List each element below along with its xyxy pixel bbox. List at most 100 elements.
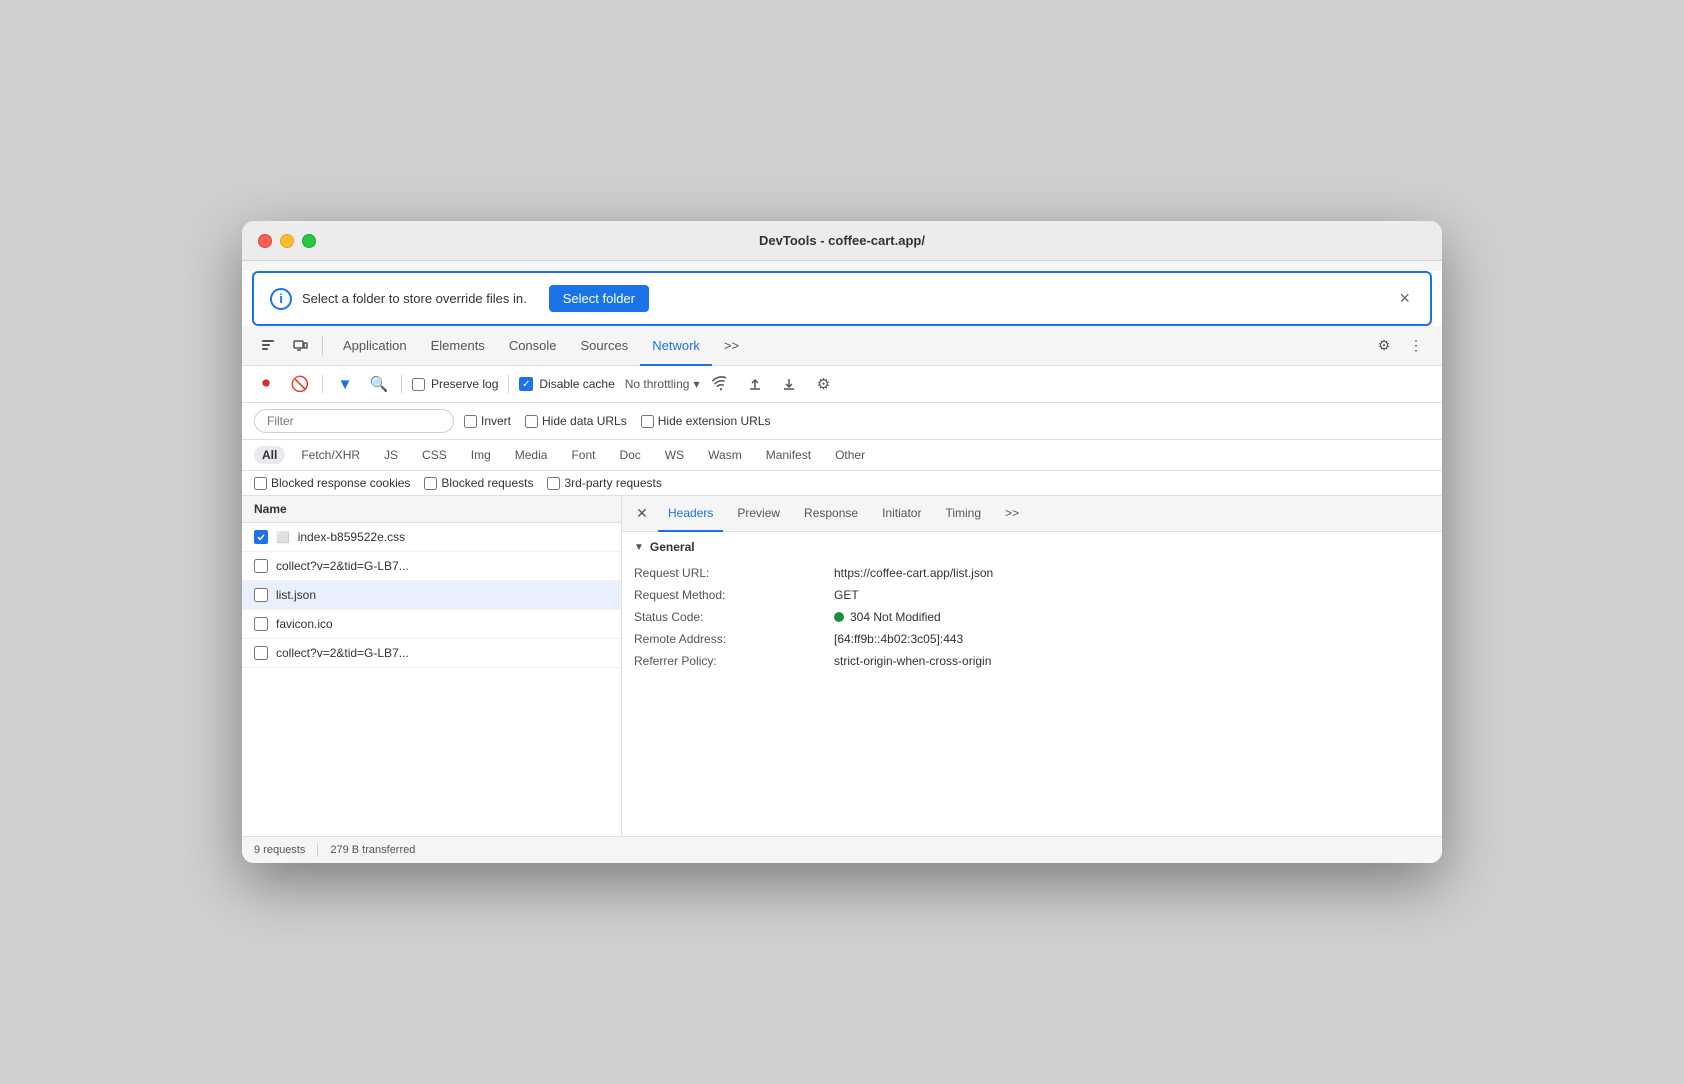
type-manifest-button[interactable]: Manifest: [758, 446, 819, 464]
third-party-checkbox[interactable]: [547, 477, 560, 490]
select-folder-button[interactable]: Select folder: [549, 285, 649, 312]
type-media-button[interactable]: Media: [507, 446, 556, 464]
list-item[interactable]: collect?v=2&tid=G-LB7...: [242, 552, 621, 581]
file-checkbox[interactable]: [254, 646, 268, 660]
blocked-cookies-checkbox[interactable]: [254, 477, 267, 490]
window-title: DevTools - coffee-cart.app/: [759, 233, 925, 248]
file-name: favicon.ico: [276, 617, 333, 631]
download-icon[interactable]: [777, 372, 801, 396]
disable-cache-checkbox-group[interactable]: ✓ Disable cache: [519, 377, 614, 391]
cursor-icon[interactable]: [254, 332, 282, 360]
banner-close-button[interactable]: ×: [1395, 288, 1414, 309]
list-item[interactable]: favicon.ico: [242, 610, 621, 639]
detail-tab-timing[interactable]: Timing: [935, 497, 991, 532]
upload-icon[interactable]: [743, 372, 767, 396]
filter-icon[interactable]: ▼: [333, 372, 357, 396]
type-ws-button[interactable]: WS: [657, 446, 692, 464]
network-settings-icon[interactable]: ⚙: [811, 372, 835, 396]
list-item[interactable]: collect?v=2&tid=G-LB7...: [242, 639, 621, 668]
detail-value: strict-origin-when-cross-origin: [834, 654, 1430, 668]
hide-data-urls-checkbox[interactable]: [525, 415, 538, 428]
tab-elements[interactable]: Elements: [419, 326, 497, 366]
nb-separator-3: [508, 375, 509, 393]
toolbar-separator-1: [322, 336, 323, 356]
type-font-button[interactable]: Font: [563, 446, 603, 464]
blocked-requests-label[interactable]: Blocked requests: [424, 476, 533, 490]
type-js-button[interactable]: JS: [376, 446, 406, 464]
detail-close-button[interactable]: ✕: [630, 502, 654, 526]
type-fetchxhr-button[interactable]: Fetch/XHR: [293, 446, 368, 464]
type-all-button[interactable]: All: [254, 446, 285, 464]
record-button[interactable]: ⏺: [254, 372, 278, 396]
devtools-window: DevTools - coffee-cart.app/ i Select a f…: [242, 221, 1442, 863]
throttle-control[interactable]: No throttling ▾: [625, 377, 700, 391]
detail-tab-headers[interactable]: Headers: [658, 497, 723, 532]
file-list-panel: Name ⬜ index-b859522e.css collect?v=2&ti…: [242, 496, 622, 836]
css-icon: ⬜: [276, 531, 290, 544]
section-header[interactable]: ▼ General: [634, 540, 1430, 554]
file-name: collect?v=2&tid=G-LB7...: [276, 646, 409, 660]
clear-button[interactable]: 🚫: [288, 372, 312, 396]
filter-input[interactable]: [254, 409, 454, 433]
tab-more[interactable]: >>: [712, 326, 751, 366]
tab-sources[interactable]: Sources: [569, 326, 641, 366]
detail-label: Referrer Policy:: [634, 654, 834, 668]
file-list-header: Name: [242, 496, 621, 523]
tab-network[interactable]: Network: [640, 326, 712, 366]
detail-tab-more[interactable]: >>: [995, 497, 1029, 532]
file-name: list.json: [276, 588, 316, 602]
file-checkbox[interactable]: [254, 559, 268, 573]
search-icon[interactable]: 🔍: [367, 372, 391, 396]
banner-text: Select a folder to store override files …: [302, 291, 527, 306]
blocked-requests-checkbox[interactable]: [424, 477, 437, 490]
banner-left: i Select a folder to store override file…: [270, 285, 649, 312]
preserve-log-label: Preserve log: [431, 377, 498, 391]
general-section: ▼ General Request URL: https://coffee-ca…: [622, 532, 1442, 680]
hide-ext-urls-checkbox[interactable]: [641, 415, 654, 428]
type-css-button[interactable]: CSS: [414, 446, 455, 464]
preserve-log-checkbox[interactable]: [412, 378, 425, 391]
tab-application[interactable]: Application: [331, 326, 419, 366]
detail-label: Remote Address:: [634, 632, 834, 646]
detail-tabs: ✕ Headers Preview Response Initiator Tim…: [622, 496, 1442, 532]
file-name: index-b859522e.css: [298, 530, 405, 544]
tab-console[interactable]: Console: [497, 326, 569, 366]
throttle-label: No throttling: [625, 377, 690, 391]
invert-label[interactable]: Invert: [464, 414, 511, 428]
close-traffic-light[interactable]: [258, 234, 272, 248]
list-item[interactable]: ⬜ index-b859522e.css: [242, 523, 621, 552]
hide-data-urls-label[interactable]: Hide data URLs: [525, 414, 627, 428]
file-checked-icon: [254, 530, 268, 544]
blocked-bar: Blocked response cookies Blocked request…: [242, 471, 1442, 496]
detail-tab-initiator[interactable]: Initiator: [872, 497, 931, 532]
detail-value: [64:ff9b::4b02:3c05]:443: [834, 632, 1430, 646]
filter-bar: Invert Hide data URLs Hide extension URL…: [242, 403, 1442, 440]
file-checkbox[interactable]: [254, 588, 268, 602]
blocked-cookies-label[interactable]: Blocked response cookies: [254, 476, 410, 490]
detail-value: 304 Not Modified: [834, 610, 1430, 624]
detail-label: Request Method:: [634, 588, 834, 602]
override-banner: i Select a folder to store override file…: [252, 271, 1432, 326]
type-other-button[interactable]: Other: [827, 446, 873, 464]
main-toolbar: Application Elements Console Sources Net…: [242, 326, 1442, 366]
device-icon[interactable]: [286, 332, 314, 360]
file-checkbox[interactable]: [254, 617, 268, 631]
type-img-button[interactable]: Img: [463, 446, 499, 464]
list-item[interactable]: list.json: [242, 581, 621, 610]
detail-row: Status Code: 304 Not Modified: [634, 606, 1430, 628]
traffic-lights: [258, 234, 316, 248]
type-doc-button[interactable]: Doc: [611, 446, 648, 464]
maximize-traffic-light[interactable]: [302, 234, 316, 248]
third-party-label[interactable]: 3rd-party requests: [547, 476, 661, 490]
minimize-traffic-light[interactable]: [280, 234, 294, 248]
type-filter-bar: All Fetch/XHR JS CSS Img Media Font Doc …: [242, 440, 1442, 471]
invert-checkbox[interactable]: [464, 415, 477, 428]
detail-tab-preview[interactable]: Preview: [727, 497, 790, 532]
more-options-icon[interactable]: ⋮: [1402, 332, 1430, 360]
wifi-icon[interactable]: [709, 372, 733, 396]
hide-ext-urls-label[interactable]: Hide extension URLs: [641, 414, 771, 428]
type-wasm-button[interactable]: Wasm: [700, 446, 750, 464]
detail-tab-response[interactable]: Response: [794, 497, 868, 532]
settings-icon[interactable]: ⚙: [1370, 332, 1398, 360]
preserve-log-checkbox-group[interactable]: Preserve log: [412, 377, 498, 391]
